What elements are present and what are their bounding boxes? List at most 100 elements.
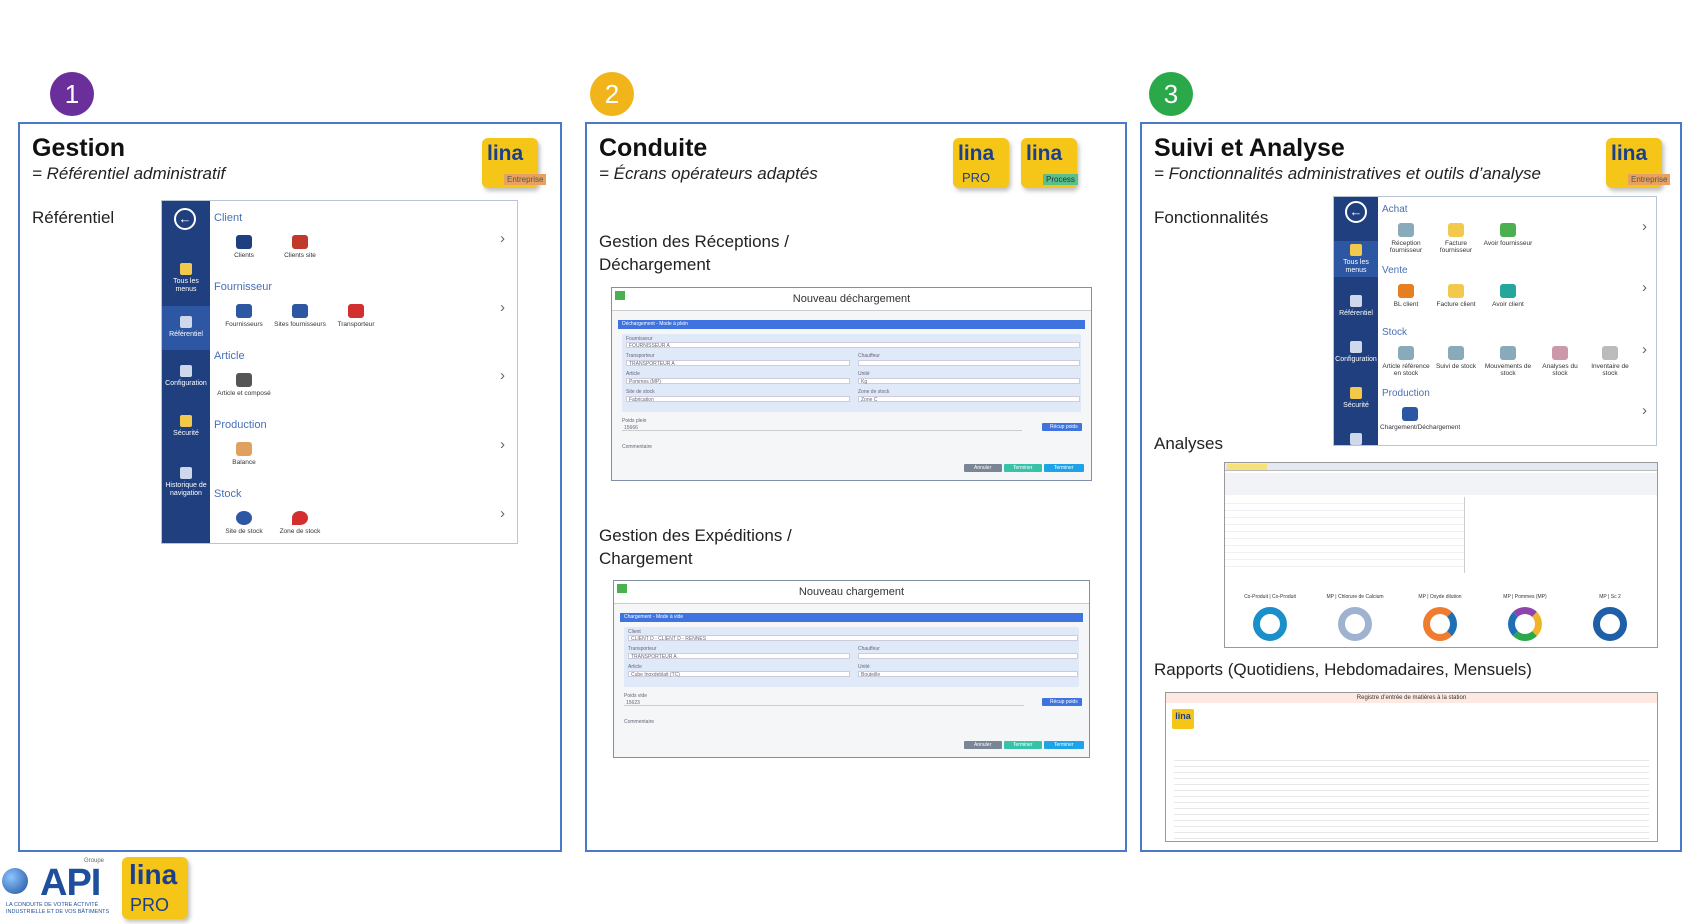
lina-entreprise-logo: lina Entreprise <box>482 138 547 188</box>
poids-field[interactable]: 15623 <box>624 700 1024 706</box>
report-title: Registre d’entrée de matières à la stati… <box>1356 695 1467 701</box>
panel-suivi: Suivi et Analyse = Fonctionnalités admin… <box>1140 122 1682 852</box>
terminer-button[interactable]: Terminer <box>1004 741 1042 749</box>
menu-item-facture-client[interactable]: Facture client <box>1430 284 1482 308</box>
box-icon <box>1448 346 1464 360</box>
sidebar-item-referentiel[interactable]: Référentiel <box>1334 293 1378 329</box>
gear-icon <box>1350 341 1362 353</box>
sidebar-item-securite[interactable]: Sécurité <box>162 411 210 451</box>
chevron-right-icon[interactable]: › <box>500 230 505 247</box>
article-field[interactable]: Pommes (MP) <box>626 378 850 385</box>
fonctionnalites-menu: ← Tous les menus Référentiel Configurati… <box>1333 196 1657 446</box>
transporteur-field[interactable]: TRANSPORTEUR A <box>626 360 850 367</box>
invoice-icon <box>1448 284 1464 298</box>
database-icon <box>1350 295 1362 307</box>
inventory-icon <box>1602 346 1618 360</box>
menu-item-site-stock[interactable]: Site de stock <box>214 511 274 535</box>
sidebar-item-configuration[interactable]: Configuration <box>162 359 210 399</box>
chevron-right-icon[interactable]: › <box>500 505 505 522</box>
sidebar-item-historique[interactable]: Historique de navigation <box>162 463 210 507</box>
menu-item-avoir-fournisseur[interactable]: Avoir fournisseur <box>1480 223 1536 247</box>
menu-item-clients[interactable]: Clients <box>214 235 274 259</box>
menu-item-article[interactable]: Article et composé <box>214 373 274 397</box>
sidebar-item-tous[interactable]: Tous les menus <box>1334 241 1378 277</box>
menu-item-suivi-stock[interactable]: Suivi de stock <box>1430 346 1482 370</box>
menu-item-mouvements-stock[interactable]: Mouvements de stock <box>1480 346 1536 377</box>
menu-item-reception-fournisseur[interactable]: Réception fournisseur <box>1380 223 1432 254</box>
chauffeur-field[interactable] <box>858 360 1080 366</box>
chevron-right-icon[interactable]: › <box>1642 279 1647 296</box>
fournisseur-field[interactable]: FOURNISSEUR A <box>626 342 1080 349</box>
back-icon[interactable]: ← <box>1345 201 1367 223</box>
site-stock-field[interactable]: Fabrication <box>626 396 850 403</box>
sidebar-item-historique[interactable] <box>1334 431 1378 445</box>
delivery-icon <box>1398 284 1414 298</box>
menu-sidebar: ← Tous les menus Référentiel Configurati… <box>1334 197 1378 445</box>
chart-icon <box>1552 346 1568 360</box>
menu-item-transporteur[interactable]: Transporteur <box>326 304 386 328</box>
chevron-right-icon[interactable]: › <box>1642 341 1647 358</box>
lina-entreprise-logo: lina Entreprise <box>1606 138 1671 188</box>
dechargement-screen: Nouveau déchargement Déchargement - Mode… <box>611 287 1092 481</box>
menu-item-zone-stock[interactable]: Zone de stock <box>270 511 330 535</box>
transporteur-field[interactable]: TRANSPORTEUR A <box>628 653 850 660</box>
menu-item-balance[interactable]: Balance <box>214 442 274 466</box>
chauffeur-field[interactable] <box>858 653 1078 659</box>
menu-item-clients-site[interactable]: Clients site <box>270 235 330 259</box>
lock-icon <box>1350 387 1362 399</box>
truck-icon <box>1402 407 1418 421</box>
donut-label: MP | Sc 2 <box>1599 594 1621 600</box>
panel-gestion: Gestion = Référentiel administratif lina… <box>18 122 562 852</box>
terminer-button[interactable]: Terminer <box>1004 464 1042 472</box>
menu-item-fournisseurs[interactable]: Fournisseurs <box>214 304 274 328</box>
menu-item-bl-client[interactable]: BL client <box>1380 284 1432 308</box>
menu-item-inventaire-stock[interactable]: Inventaire de stock <box>1584 346 1636 377</box>
unite-field[interactable]: Bouteille <box>858 671 1078 678</box>
pin-icon <box>292 511 308 525</box>
menu-item-facture-fournisseur[interactable]: Facture fournisseur <box>1430 223 1482 254</box>
menu-item-article-stock[interactable]: Article référence en stock <box>1380 346 1432 377</box>
sidebar-item-securite[interactable]: Sécurité <box>1334 385 1378 421</box>
chevron-right-icon[interactable]: › <box>500 436 505 453</box>
balance-icon <box>236 442 252 456</box>
recup-poids-button[interactable]: Récup poids <box>1042 698 1082 706</box>
back-icon[interactable]: ← <box>174 208 196 230</box>
referentiel-label: Référentiel <box>32 208 115 227</box>
lina-pro-logo: lina <box>1172 709 1194 729</box>
sidebar-item-configuration[interactable]: Configuration <box>1334 339 1378 375</box>
terminer-final-button[interactable]: Terminer <box>1044 741 1084 749</box>
terminer-final-button[interactable]: Terminer <box>1044 464 1084 472</box>
client-field[interactable]: CLIENT D - CLIENT D - RENNES <box>628 635 1078 642</box>
menu-item-avoir-client[interactable]: Avoir client <box>1480 284 1536 308</box>
unite-field[interactable]: Kg <box>858 378 1080 385</box>
report-table <box>1174 755 1649 839</box>
annuler-button[interactable]: Annuler <box>964 464 1002 472</box>
lina-process-logo: lina Process <box>1021 138 1078 188</box>
grid-icon <box>615 291 625 300</box>
section-article: Article <box>214 350 245 362</box>
menu-sidebar: ← Tous les menus Référentiel Configurati… <box>162 201 210 543</box>
donut-label: MP | Chlorure de Calcium <box>1326 594 1384 600</box>
lina-pro-logo: lina PRO <box>953 138 1009 188</box>
step-badge-1: 1 <box>50 72 94 116</box>
menu-icon <box>180 263 192 275</box>
chevron-right-icon[interactable]: › <box>1642 402 1647 419</box>
reception-icon <box>1398 223 1414 237</box>
sidebar-item-referentiel[interactable]: Référentiel <box>162 306 210 350</box>
recup-poids-button[interactable]: Récup poids <box>1042 423 1082 431</box>
menu-item-sites-fournisseurs[interactable]: Sites fournisseurs <box>270 304 330 328</box>
menu-item-analyses-stock[interactable]: Analyses du stock <box>1534 346 1586 377</box>
zone-stock-field[interactable]: Zone C <box>858 396 1080 403</box>
article-field[interactable]: Cube Inoxdeblait (TC) <box>628 671 850 678</box>
annuler-button[interactable]: Annuler <box>964 741 1002 749</box>
donut-label: Co-Produit | Co-Produit <box>1244 594 1296 600</box>
menu-item-chargement[interactable]: Chargement/Déchargement <box>1380 407 1460 431</box>
credit-icon <box>1500 223 1516 237</box>
sidebar-item-tous[interactable]: Tous les menus <box>162 259 210 299</box>
chevron-right-icon[interactable]: › <box>500 299 505 316</box>
api-logo: API Groupe LA CONDUITE DE VOTRE ACTIVITÉ… <box>0 858 110 920</box>
poids-field[interactable]: 15666 <box>622 425 1022 431</box>
groupe-label: Groupe <box>84 858 105 864</box>
chevron-right-icon[interactable]: › <box>1642 218 1647 235</box>
chevron-right-icon[interactable]: › <box>500 367 505 384</box>
